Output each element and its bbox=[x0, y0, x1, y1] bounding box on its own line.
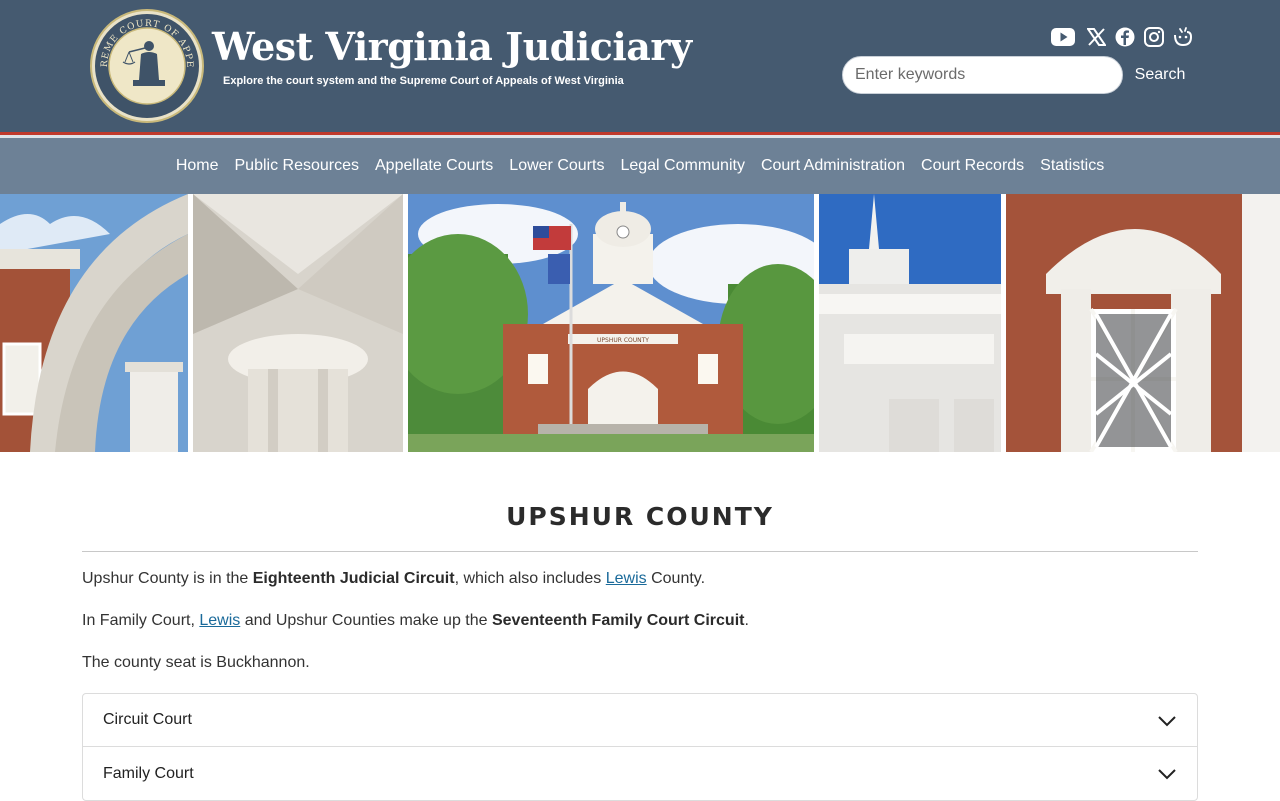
site-header: SUPREME COURT OF APPEALS WEST VIRGINIA W… bbox=[0, 0, 1280, 132]
circuit-paragraph: Upshur County is in the Eighteenth Judic… bbox=[82, 570, 705, 588]
lewis-county-link[interactable]: Lewis bbox=[606, 570, 647, 587]
lewis-county-link[interactable]: Lewis bbox=[199, 612, 240, 629]
nav-item-court-records[interactable]: Court Records bbox=[913, 157, 1032, 175]
youtube-icon[interactable] bbox=[1051, 26, 1075, 48]
text-segment: In Family Court, bbox=[82, 612, 200, 629]
nav-item-statistics[interactable]: Statistics bbox=[1032, 157, 1112, 175]
search-button[interactable]: Search bbox=[1128, 56, 1192, 94]
threads-icon[interactable] bbox=[1171, 26, 1195, 48]
banner-photo-steeple bbox=[819, 194, 1001, 452]
text-segment: and Upshur Counties make up the bbox=[240, 612, 492, 629]
site-title[interactable]: West Virginia Judiciary bbox=[212, 24, 692, 69]
nav-item-appellate-courts[interactable]: Appellate Courts bbox=[367, 157, 501, 175]
accordion-label: Family Court bbox=[103, 764, 194, 782]
accordion-label: Circuit Court bbox=[103, 711, 192, 728]
family-court-paragraph: In Family Court, Lewis and Upshur Counti… bbox=[82, 612, 749, 630]
title-divider bbox=[82, 551, 1198, 552]
banner-photo-column bbox=[193, 194, 403, 452]
instagram-icon[interactable] bbox=[1142, 26, 1166, 48]
x-icon[interactable] bbox=[1084, 26, 1108, 48]
accordion-family-court[interactable]: Family Court bbox=[83, 747, 1197, 800]
text-segment: Upshur County is in the bbox=[82, 570, 253, 587]
circuit-name: Eighteenth Judicial Circuit bbox=[252, 570, 455, 587]
accordion-circuit-court[interactable]: Circuit Court bbox=[83, 694, 1197, 747]
text-segment: . bbox=[744, 612, 749, 629]
chevron-down-icon[interactable] bbox=[1157, 764, 1177, 784]
nav-item-legal-community[interactable]: Legal Community bbox=[612, 157, 753, 175]
text-segment: , which also includes bbox=[454, 570, 606, 587]
site-tagline: Explore the court system and the Supreme… bbox=[223, 75, 624, 87]
search-input[interactable] bbox=[842, 56, 1123, 94]
banner-photo-arch bbox=[0, 194, 188, 452]
court-seal-logo[interactable]: SUPREME COURT OF APPEALS WEST VIRGINIA bbox=[89, 8, 205, 124]
text-segment: County. bbox=[646, 570, 706, 587]
banner-photo-courthouse: UPSHUR COUNTY bbox=[408, 194, 814, 452]
court-accordion: Circuit Court Family Court bbox=[82, 693, 1198, 801]
svg-text:UPSHUR COUNTY: UPSHUR COUNTY bbox=[597, 337, 649, 344]
nav-item-public-resources[interactable]: Public Resources bbox=[227, 157, 368, 175]
nav-item-home[interactable]: Home bbox=[168, 157, 227, 175]
page-title: UPSHUR COUNTY bbox=[506, 502, 774, 531]
family-circuit-name: Seventeenth Family Court Circuit bbox=[491, 612, 745, 629]
main-nav: Home Public Resources Appellate Courts L… bbox=[0, 138, 1280, 194]
chevron-down-icon[interactable] bbox=[1157, 711, 1177, 731]
facebook-icon[interactable] bbox=[1113, 26, 1137, 48]
nav-item-court-administration[interactable]: Court Administration bbox=[753, 157, 913, 175]
banner-photo-window bbox=[1006, 194, 1280, 452]
county-seat-paragraph: The county seat is Buckhannon. bbox=[82, 654, 310, 671]
nav-item-lower-courts[interactable]: Lower Courts bbox=[501, 157, 612, 175]
hero-banner: UPSHUR COUNTY bbox=[0, 194, 1280, 452]
